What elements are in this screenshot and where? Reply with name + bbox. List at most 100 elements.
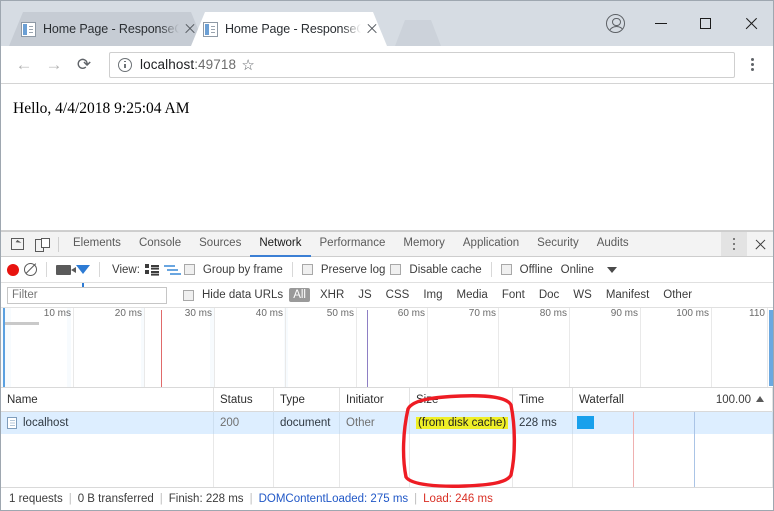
maximize-button[interactable] <box>683 5 728 43</box>
checkbox-icon[interactable] <box>390 264 402 275</box>
devtools-tabbar: Elements Console Sources Network Perform… <box>1 232 773 257</box>
filter-type-manifest[interactable]: Manifest <box>602 288 653 302</box>
overview-tick: 90 ms <box>610 308 638 319</box>
waterfall-dcl-line <box>694 412 695 434</box>
checkbox-icon[interactable] <box>183 289 194 301</box>
minimize-button[interactable] <box>638 5 683 43</box>
filter-type-css[interactable]: CSS <box>382 288 414 302</box>
filter-type-other[interactable]: Other <box>659 288 696 302</box>
profile-button[interactable] <box>593 5 638 43</box>
overview-tick: 40 ms <box>255 308 283 319</box>
load-time: Load: 246 ms <box>423 493 493 505</box>
inspect-element-button[interactable] <box>5 233 29 255</box>
close-icon[interactable] <box>363 20 381 38</box>
tab-memory[interactable]: Memory <box>394 232 454 257</box>
column-header-time[interactable]: Time <box>513 387 573 412</box>
overview-tick: 100 ms <box>676 308 709 319</box>
overview-tick: 10 ms <box>43 308 71 319</box>
disable-cache-checkbox[interactable]: Disable cache <box>390 264 482 276</box>
overview-tick: 70 ms <box>468 308 496 319</box>
cell-name[interactable]: localhost <box>1 412 214 434</box>
arrow-right-icon: → <box>45 54 63 74</box>
filter-type-js[interactable]: JS <box>354 288 375 302</box>
tab-security[interactable]: Security <box>528 232 588 257</box>
browser-menu-button[interactable] <box>739 52 765 78</box>
network-overview-timeline[interactable]: 10 ms 20 ms 30 ms 40 ms 50 ms 60 ms 70 m… <box>1 308 773 388</box>
cell-type: document <box>274 412 340 434</box>
back-button[interactable]: ← <box>9 50 39 80</box>
overview-marker <box>367 310 368 387</box>
page-content-text: Hello, 4/4/2018 9:25:04 AM <box>13 100 190 117</box>
filter-type-font[interactable]: Font <box>498 288 529 302</box>
tab-console[interactable]: Console <box>130 232 190 257</box>
overview-load-marker <box>161 310 162 387</box>
navigation-bar: ← → ⟳ localhost:49718 ☆ <box>1 46 773 84</box>
overview-request-band <box>5 322 39 325</box>
divider <box>46 262 47 277</box>
column-header-name[interactable]: Name <box>1 387 214 412</box>
filter-type-all[interactable]: All <box>289 288 310 302</box>
preserve-log-checkbox[interactable]: Preserve log <box>301 263 386 276</box>
column-header-status[interactable]: Status <box>214 387 274 412</box>
network-request-table: Name Status Type Initiator Size Time Wat… <box>1 387 773 487</box>
filter-type-xhr[interactable]: XHR <box>316 288 348 302</box>
record-button[interactable] <box>7 263 19 276</box>
checkbox-icon[interactable] <box>183 264 195 275</box>
tab-audits[interactable]: Audits <box>588 232 638 257</box>
filter-type-ws[interactable]: WS <box>569 288 596 302</box>
hide-data-urls-checkbox[interactable]: Hide data URLs <box>183 289 283 301</box>
capture-screenshots-icon[interactable] <box>56 264 76 275</box>
close-devtools-button[interactable] <box>747 232 773 256</box>
checkbox-icon[interactable] <box>500 264 512 275</box>
group-by-frame-checkbox[interactable]: Group by frame <box>183 263 283 276</box>
reload-button[interactable]: ⟳ <box>69 50 99 80</box>
column-header-waterfall[interactable]: Waterfall 100.00 <box>573 387 773 412</box>
new-tab-button[interactable] <box>395 20 441 46</box>
tab-network[interactable]: Network <box>250 232 311 257</box>
column-header-size[interactable]: Size <box>410 387 513 412</box>
filter-funnel-icon[interactable] <box>76 265 90 287</box>
overview-tick: 30 ms <box>184 308 212 319</box>
divider: | <box>68 493 72 505</box>
bookmark-star-icon[interactable]: ☆ <box>236 53 260 77</box>
column-header-type[interactable]: Type <box>274 387 340 412</box>
tab-application[interactable]: Application <box>454 232 528 257</box>
offline-checkbox[interactable]: Offline <box>500 264 553 276</box>
divider: | <box>414 493 418 505</box>
divider <box>99 262 100 277</box>
tab-sources[interactable]: Sources <box>190 232 250 257</box>
devtools-menu-button[interactable] <box>721 232 747 256</box>
kebab-dot-icon <box>750 68 754 72</box>
tab-strip: Home Page - ResponseC Home Page - Respon… <box>1 1 773 46</box>
device-toolbar-button[interactable] <box>29 233 53 255</box>
waterfall-view-icon[interactable] <box>163 264 179 275</box>
browser-tab-1[interactable]: Home Page - ResponseC <box>9 12 205 46</box>
overview-scrollbar[interactable] <box>769 310 773 386</box>
group-by-frame-label: Group by frame <box>202 263 283 276</box>
filter-type-media[interactable]: Media <box>453 288 492 302</box>
page-favicon-icon <box>21 22 36 37</box>
info-circle-icon[interactable] <box>118 57 132 72</box>
tab-elements[interactable]: Elements <box>64 232 130 257</box>
clear-icon[interactable] <box>24 263 37 276</box>
avatar-icon <box>606 14 625 33</box>
filter-input[interactable] <box>7 286 167 304</box>
forward-button[interactable]: → <box>39 50 69 80</box>
filter-type-doc[interactable]: Doc <box>535 288 563 302</box>
preserve-log-label: Preserve log <box>320 263 386 276</box>
filter-type-img[interactable]: Img <box>419 288 446 302</box>
close-window-button[interactable] <box>728 5 773 43</box>
list-view-icon[interactable] <box>144 264 159 275</box>
chevron-down-icon[interactable] <box>606 266 617 273</box>
divider: | <box>249 493 253 505</box>
table-row[interactable]: localhost 200 document Other (from disk … <box>1 412 773 434</box>
throttling-value[interactable]: Online <box>561 264 594 276</box>
tab-performance[interactable]: Performance <box>311 232 395 257</box>
sort-ascending-icon[interactable] <box>756 395 764 402</box>
address-bar[interactable]: localhost:49718 ☆ <box>109 51 735 78</box>
requests-count: 1 requests <box>9 493 63 505</box>
browser-tab-2[interactable]: Home Page - ResponseC <box>191 12 387 46</box>
reload-icon: ⟳ <box>76 54 92 74</box>
checkbox-icon[interactable] <box>301 264 313 275</box>
column-header-initiator[interactable]: Initiator <box>340 387 410 412</box>
